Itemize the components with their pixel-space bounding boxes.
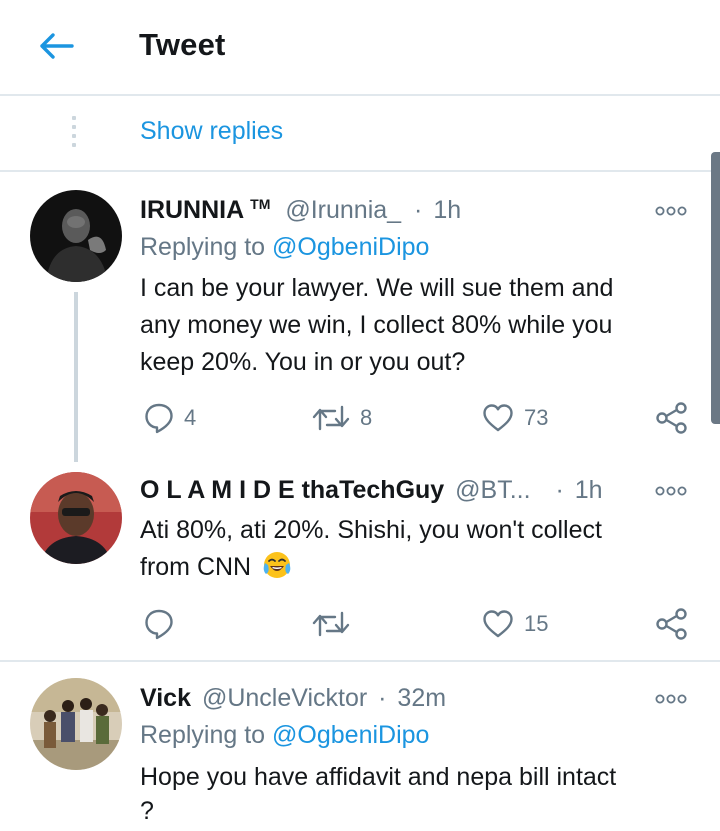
tweet-text-segment: from CNN	[140, 553, 252, 581]
tweet-text: Hope you have affidavit and nepa bill in…	[140, 759, 700, 826]
tweet-text-line: I can be your lawyer. We will sue them a…	[140, 274, 614, 302]
tweet-text-line: ?	[140, 797, 154, 825]
like-count: 15	[524, 611, 549, 636]
arrow-left-icon	[40, 33, 74, 59]
reply-count: 4	[184, 405, 197, 430]
show-replies-row: Show replies	[0, 98, 720, 172]
avatar-image	[30, 678, 122, 770]
mention-link[interactable]: @OgbeniDipo	[272, 721, 429, 749]
tweet-header: Vick @UncleVicktor · 32m	[140, 684, 446, 713]
share-button[interactable]	[655, 398, 689, 438]
avatar[interactable]	[30, 472, 122, 564]
heart-icon	[483, 610, 513, 638]
thread-dots-icon	[72, 116, 78, 150]
thread-line	[74, 292, 78, 462]
like-button[interactable]: 73	[482, 398, 548, 438]
replying-to: Replying to @OgbeniDipo	[140, 721, 429, 750]
user-handle[interactable]: @Irunnia_	[285, 196, 401, 224]
tweet-text: I can be your lawyer. We will sue them a…	[140, 270, 700, 381]
display-name[interactable]: Vick	[140, 684, 191, 712]
tweet[interactable]: IRUNNIA TM @Irunnia_ · 1h Replying to @Og…	[0, 174, 720, 662]
heart-icon	[483, 404, 513, 432]
replying-to-label: Replying to	[140, 721, 266, 749]
retweet-button[interactable]: 8	[312, 398, 372, 438]
separator-dot: ·	[414, 196, 423, 224]
page-title: Tweet	[139, 27, 226, 62]
timestamp[interactable]: 32m	[397, 684, 446, 712]
share-icon	[656, 608, 687, 640]
avatar[interactable]	[30, 678, 122, 770]
tweet-text-line: keep 20%. You in or you out?	[140, 348, 466, 376]
back-button[interactable]	[36, 26, 80, 66]
display-name[interactable]: IRUNNIA	[140, 196, 244, 224]
top-bar: Tweet	[0, 0, 720, 96]
more-icon	[655, 206, 687, 216]
reply-button[interactable]	[144, 604, 184, 644]
retweet-count: 8	[360, 405, 373, 430]
more-options-button[interactable]	[655, 204, 687, 218]
tweet-actions: 4 8 73	[140, 398, 700, 438]
like-button[interactable]: 15	[482, 604, 548, 644]
reply-icon	[145, 609, 173, 640]
reply-button[interactable]: 4	[144, 398, 196, 438]
user-handle[interactable]: @BT...	[455, 476, 530, 504]
timestamp[interactable]: 1h	[575, 476, 603, 504]
separator-dot: ·	[555, 476, 564, 504]
tweet-text-line: from CNN	[140, 549, 700, 586]
show-replies-link[interactable]: Show replies	[140, 117, 283, 146]
reply-icon	[145, 403, 173, 434]
tweet-text-line: Hope you have affidavit and nepa bill in…	[140, 763, 617, 791]
avatar[interactable]	[30, 190, 122, 282]
more-icon	[655, 486, 687, 496]
separator-dot: ·	[378, 684, 387, 712]
timestamp[interactable]: 1h	[433, 196, 461, 224]
like-count: 73	[524, 405, 549, 430]
avatar-image	[30, 472, 122, 564]
tweet-text: Ati 80%, ati 20%. Shishi, you won't coll…	[140, 512, 700, 586]
trademark-badge: TM	[250, 196, 271, 212]
tweet[interactable]: Vick @UncleVicktor · 32m Replying to @Og…	[0, 662, 720, 831]
share-icon	[656, 402, 687, 434]
tweet-actions: 15	[140, 604, 700, 644]
tweet-header: IRUNNIA TM @Irunnia_ · 1h	[140, 196, 461, 225]
share-button[interactable]	[655, 604, 689, 644]
display-name[interactable]: O L A M I D E thaTechGuy	[140, 476, 444, 504]
tears-of-joy-emoji-icon	[263, 552, 291, 578]
avatar-image	[30, 190, 122, 282]
retweet-icon	[312, 611, 350, 637]
more-options-button[interactable]	[655, 692, 687, 706]
retweet-button[interactable]	[312, 604, 360, 644]
replying-to-label: Replying to	[140, 233, 266, 261]
more-icon	[655, 694, 687, 704]
replying-to: Replying to @OgbeniDipo	[140, 233, 429, 262]
user-handle[interactable]: @UncleVicktor	[202, 684, 367, 712]
mention-link[interactable]: @OgbeniDipo	[272, 233, 429, 261]
tweet-text-line: any money we win, I collect 80% while yo…	[140, 311, 613, 339]
tweet-header: O L A M I D E thaTechGuy @BT... · 1h	[140, 476, 603, 505]
more-options-button[interactable]	[655, 484, 687, 498]
retweet-icon	[312, 405, 350, 431]
tweet-text-line: Ati 80%, ati 20%. Shishi, you won't coll…	[140, 516, 602, 544]
